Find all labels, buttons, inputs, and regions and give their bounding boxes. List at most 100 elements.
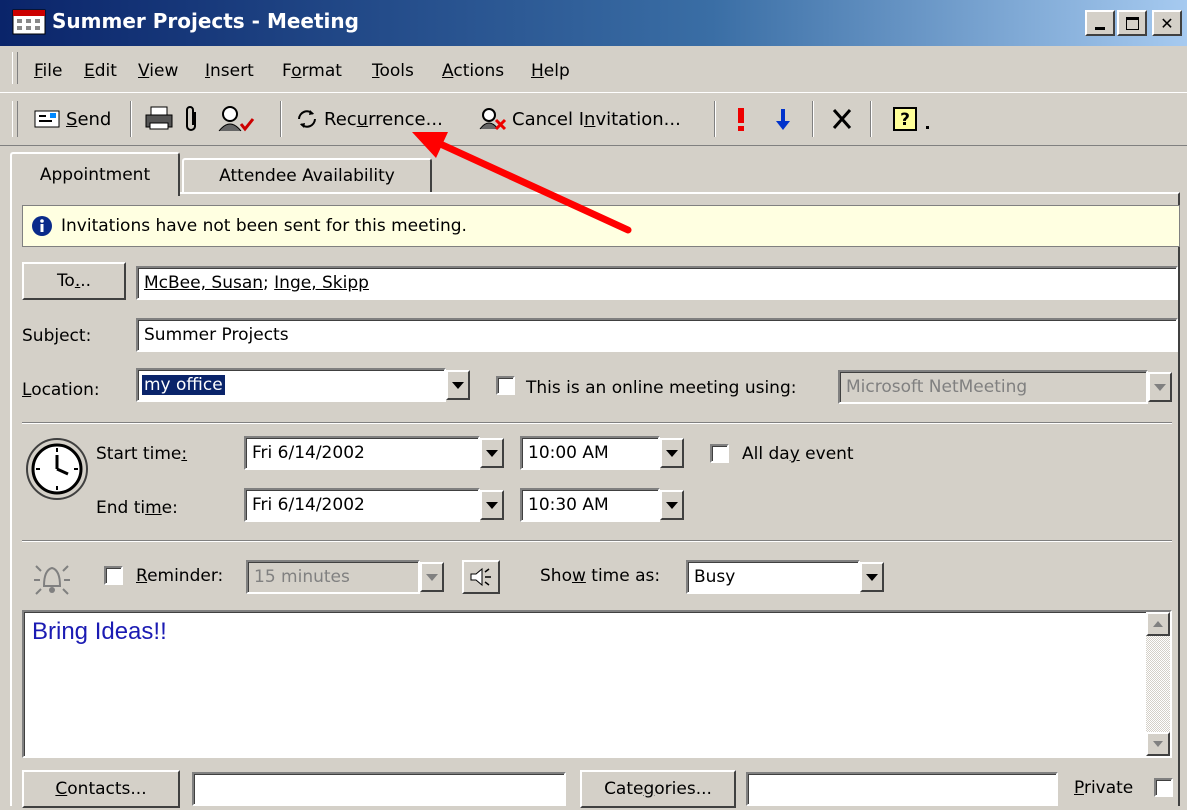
notes-body[interactable]: Bring Ideas!! (22, 610, 1172, 758)
chevron-down-icon (452, 381, 464, 389)
end-time-value: 10:30 AM (528, 495, 609, 515)
speaker-icon (470, 567, 491, 587)
scroll-up-button[interactable] (1146, 612, 1170, 636)
contacts-field[interactable] (192, 772, 566, 806)
end-time-dropdown-button[interactable] (660, 490, 684, 520)
tab-appointment[interactable]: Appointment (10, 152, 180, 196)
menu-insert[interactable]: Insert (205, 61, 254, 81)
close-button[interactable]: ✕ (1152, 10, 1182, 36)
bell-icon (34, 565, 70, 595)
to-field[interactable]: McBee, Susan; Inge, Skipp (136, 266, 1178, 300)
svg-text:?: ? (900, 110, 910, 130)
paperclip-icon (186, 106, 196, 131)
help-icon: ? (893, 107, 929, 131)
reminder-checkbox[interactable] (104, 566, 123, 585)
end-date-value: Fri 6/14/2002 (252, 495, 365, 515)
scroll-up-icon (1153, 621, 1163, 627)
clock-icon (26, 438, 88, 500)
to-button[interactable]: To... (22, 262, 126, 300)
check-names-button[interactable] (212, 101, 260, 137)
window-title: Summer Projects - Meeting (52, 9, 359, 33)
subject-value: Summer Projects (144, 325, 289, 345)
divider (22, 422, 1172, 424)
show-time-label: Show time as: (540, 566, 661, 586)
help-button[interactable]: ? (884, 101, 940, 137)
reminder-sound-button[interactable] (462, 560, 500, 594)
all-day-event-checkbox[interactable] (710, 444, 729, 463)
tab-appointment-label: Appointment (39, 165, 151, 185)
menu-edit[interactable]: Edit (84, 61, 117, 81)
reminder-dropdown-button (420, 562, 444, 592)
online-meeting-provider-value: Microsoft NetMeeting (846, 377, 1028, 397)
recipient-separator: ; (263, 273, 275, 293)
reminder-value: 15 minutes (254, 567, 350, 587)
scroll-down-icon (1153, 741, 1163, 747)
vertical-scrollbar[interactable] (1146, 612, 1170, 756)
reminder-field: 15 minutes (246, 560, 420, 594)
location-value: my office (142, 375, 225, 395)
subject-field[interactable]: Summer Projects (136, 318, 1178, 352)
categories-button[interactable]: Cate g ories... (580, 770, 736, 808)
minimize-button[interactable] (1085, 10, 1115, 36)
scroll-down-button[interactable] (1146, 732, 1170, 756)
menu-tools[interactable]: Tools (372, 61, 414, 81)
maximize-button[interactable] (1117, 10, 1147, 36)
menu-bar: File Edit View Insert Format Tools Actio… (0, 46, 1187, 90)
online-meeting-checkbox[interactable] (496, 376, 515, 395)
end-date-dropdown-button[interactable] (480, 490, 504, 520)
menu-grip (12, 52, 18, 84)
recipient-mcbee-susan[interactable]: McBee, Susan (144, 273, 263, 293)
minimize-icon (1095, 26, 1105, 30)
menu-file[interactable]: File (34, 61, 62, 81)
menu-format[interactable]: Format (282, 61, 342, 81)
chevron-down-icon (666, 501, 678, 509)
private-label: Private (1074, 778, 1134, 798)
recipient-inge-skipp[interactable]: Inge, Skipp (274, 273, 369, 293)
delete-x-icon (832, 109, 852, 129)
delete-button[interactable] (826, 101, 858, 137)
tab-attendee-availability[interactable]: Attendee Availability (182, 158, 432, 194)
menu-help[interactable]: Help (531, 61, 570, 81)
show-time-value: Busy (694, 567, 736, 587)
annotation-arrow (412, 132, 632, 234)
private-checkbox[interactable] (1154, 778, 1173, 797)
menu-view[interactable]: View (138, 61, 178, 81)
start-time-label: Start time: (96, 444, 188, 464)
importance-high-button[interactable] (730, 101, 752, 137)
end-date-field[interactable]: Fri 6/14/2002 (244, 488, 480, 522)
menu-actions[interactable]: Actions (442, 61, 504, 81)
check-names-icon (218, 106, 255, 132)
reminder-label: Reminder: (136, 566, 224, 586)
meeting-icon (12, 9, 46, 35)
importance-low-button[interactable] (770, 101, 796, 137)
location-field[interactable]: my office (136, 368, 446, 402)
contacts-button[interactable]: Contacts... (22, 770, 180, 808)
printer-icon (145, 106, 173, 130)
attach-button[interactable] (178, 101, 206, 137)
exclamation-icon (738, 108, 744, 131)
location-dropdown-button[interactable] (446, 370, 470, 400)
down-arrow-icon (776, 109, 790, 130)
end-time-field[interactable]: 10:30 AM (520, 488, 660, 522)
show-time-dropdown-button[interactable] (860, 562, 884, 592)
start-time-field[interactable]: 10:00 AM (520, 436, 660, 470)
chevron-down-icon (486, 501, 498, 509)
notes-text: Bring Ideas!! (32, 618, 167, 645)
start-date-dropdown-button[interactable] (480, 438, 504, 468)
tab-attendee-availability-label: Attendee Availability (219, 166, 395, 186)
info-icon (32, 216, 52, 236)
send-button[interactable]: Send (30, 101, 115, 137)
online-provider-dropdown-button (1148, 372, 1172, 402)
categories-field[interactable] (746, 772, 1058, 806)
chevron-down-icon (1154, 383, 1166, 391)
start-date-field[interactable]: Fri 6/14/2002 (244, 436, 480, 470)
divider (22, 540, 1172, 542)
chevron-down-icon (866, 573, 878, 581)
chevron-down-icon (486, 449, 498, 457)
start-time-dropdown-button[interactable] (660, 438, 684, 468)
show-time-field[interactable]: Busy (686, 560, 860, 594)
print-button[interactable] (140, 101, 178, 137)
online-meeting-label: This is an online meeting using: (526, 378, 797, 398)
toolbar-grip (12, 101, 18, 137)
recurrence-icon (298, 110, 316, 128)
